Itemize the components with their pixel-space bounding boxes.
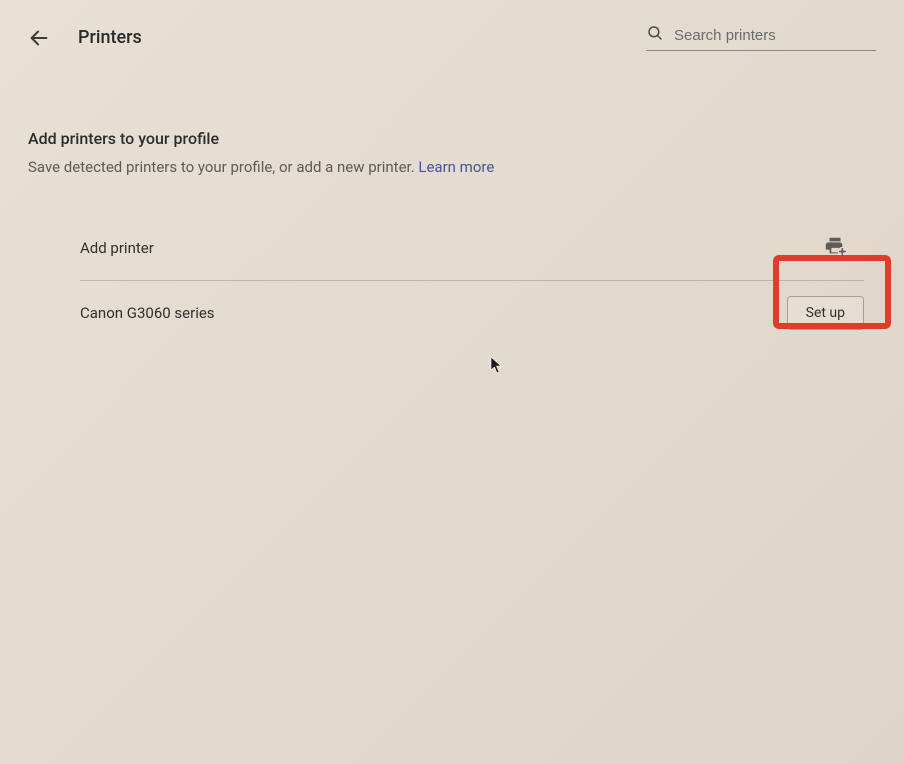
- add-printer-row[interactable]: Add printer: [80, 216, 864, 280]
- search-input[interactable]: [674, 27, 876, 44]
- detected-printer-label: Canon G3060 series: [80, 304, 215, 322]
- page-title: Printers: [78, 27, 142, 48]
- detected-printer-row: Canon G3060 series Set up: [80, 281, 864, 345]
- arrow-left-icon: [28, 27, 50, 49]
- search-icon: [646, 24, 664, 46]
- search-field[interactable]: [646, 24, 876, 51]
- back-button[interactable]: [28, 27, 50, 49]
- add-printer-label: Add printer: [80, 239, 154, 257]
- section-description: Save detected printers to your profile, …: [28, 158, 876, 176]
- add-printer-icon: [824, 235, 846, 261]
- section-title: Add printers to your profile: [28, 129, 876, 148]
- cursor-icon: [490, 356, 504, 378]
- section-description-text: Save detected printers to your profile, …: [28, 158, 418, 176]
- learn-more-link[interactable]: Learn more: [418, 158, 494, 176]
- setup-button[interactable]: Set up: [787, 296, 864, 330]
